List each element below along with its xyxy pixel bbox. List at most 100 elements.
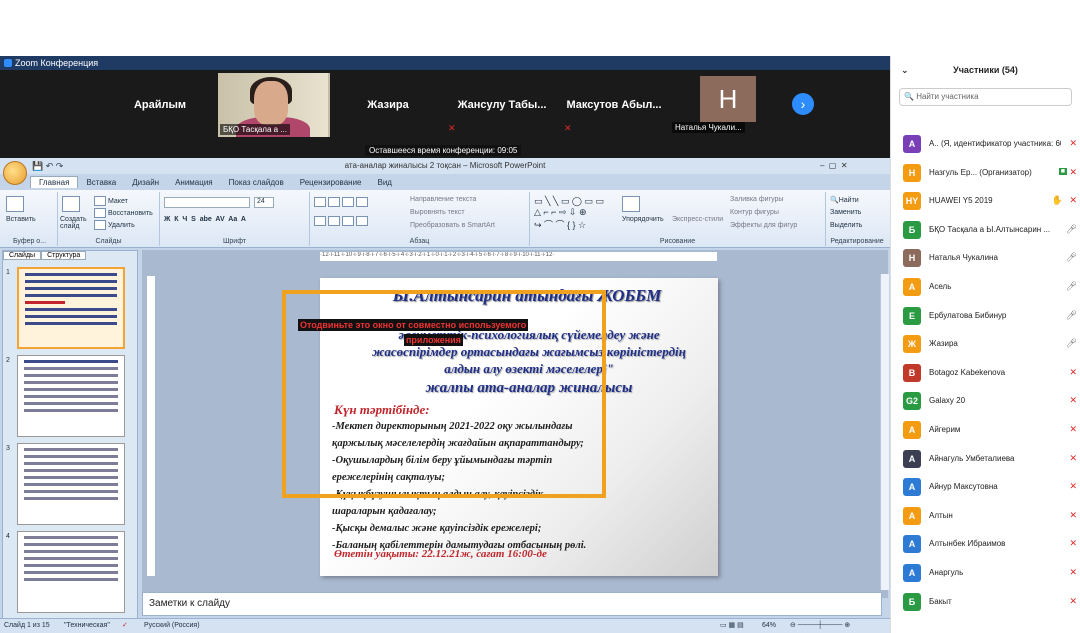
- participant-search-input[interactable]: 🔍 Найти участника: [899, 88, 1072, 106]
- participant-row[interactable]: Б Бакыт ✕: [891, 588, 1080, 617]
- mic-muted-icon[interactable]: ✕: [1069, 567, 1077, 578]
- group-editing: 🔍Найти Заменить Выделить Редактирование: [830, 196, 884, 245]
- smartart-button[interactable]: Преобразовать в SmartArt: [410, 222, 495, 229]
- group-font: 24 Ж К Ч S abe AV Aa A Шрифт: [160, 192, 310, 246]
- participant-row[interactable]: Н Наталья Чукалина 🎤︎: [891, 244, 1080, 273]
- participants-header: ⌄ Участники (54): [891, 56, 1080, 84]
- arrange-button[interactable]: [622, 196, 642, 212]
- quick-access-toolbar[interactable]: 💾 ↶ ↷: [32, 161, 63, 172]
- participant-row[interactable]: A A.. (Я, идентификатор участника: 604...…: [891, 130, 1080, 159]
- participant-row[interactable]: Б БҚО Тасқала а Ы.Алтынсарин ... 🎤︎: [891, 216, 1080, 245]
- video-tile-2[interactable]: БҚО Тасқала а ...: [218, 73, 330, 137]
- zoom-titlebar: Zoom Конференция: [0, 56, 890, 70]
- shapes-gallery[interactable]: ▭ ╲ ╲ ▭ ◯ ▭ ▭ △ ⌐ ⌐ ⇨ ⇩ ⊕ ↪ ⌒ ⌒ { } ☆: [534, 196, 604, 231]
- slide-thumbnail-3[interactable]: [17, 443, 125, 525]
- mic-on-icon[interactable]: 🎤︎: [1066, 310, 1077, 321]
- quick-styles-button[interactable]: Экспресс-стили: [672, 216, 723, 223]
- list-buttons[interactable]: [314, 197, 370, 207]
- slide-thumbnail-2[interactable]: [17, 355, 125, 437]
- replace-button[interactable]: Заменить: [830, 209, 861, 216]
- participant-name: Айнагуль Умбеталиева: [929, 453, 1015, 463]
- mic-muted-icon[interactable]: ✕: [1069, 424, 1077, 435]
- participant-name: Galaxy 20: [929, 396, 966, 406]
- paste-button[interactable]: [6, 196, 26, 212]
- office-button[interactable]: [3, 161, 27, 185]
- video-tile-5[interactable]: Максутов Абыл...: [562, 73, 666, 137]
- video-tile-3[interactable]: Жазира ✕: [338, 73, 455, 137]
- text-direction-button[interactable]: Направление текста: [410, 196, 476, 203]
- participant-row[interactable]: G2 Galaxy 20 ✕: [891, 387, 1080, 416]
- tab-view[interactable]: Вид: [370, 177, 400, 188]
- font-size-box[interactable]: 24: [254, 197, 274, 208]
- remaining-time-tooltip: Оставшееся время конференции: 09:05: [365, 145, 522, 156]
- participants-title: Участники (54): [953, 65, 1018, 75]
- participant-row[interactable]: HY HUAWEI Y5 2019 ✋ ✕: [891, 187, 1080, 216]
- mic-muted-icon[interactable]: ✕: [1069, 395, 1077, 406]
- mic-on-icon[interactable]: 🎤︎: [1066, 338, 1077, 349]
- shape-fill-button[interactable]: Заливка фигуры: [730, 196, 783, 203]
- next-page-button[interactable]: ›: [792, 93, 814, 115]
- video-tile-1[interactable]: Арайлым: [110, 73, 210, 137]
- shape-outline-button[interactable]: Контур фигуры: [730, 209, 779, 216]
- participant-row[interactable]: А Алтын ✕: [891, 502, 1080, 531]
- font-format-buttons[interactable]: Ж К Ч S abe AV Aa A: [164, 216, 246, 223]
- delete-slide-button[interactable]: Удалить: [94, 220, 135, 230]
- participant-name: БҚО Тасқала а Ы.Алтынсарин ...: [929, 224, 1051, 234]
- tab-animation[interactable]: Анимация: [167, 177, 221, 188]
- mic-on-icon[interactable]: 🎤︎: [1066, 252, 1077, 263]
- participant-name: HUAWEI Y5 2019: [929, 196, 993, 206]
- participant-name: Жазира: [929, 339, 958, 349]
- tab-design[interactable]: Дизайн: [124, 177, 167, 188]
- tab-slides[interactable]: Слайды: [3, 251, 42, 260]
- participant-row[interactable]: А Асель 🎤︎: [891, 273, 1080, 302]
- participant-row[interactable]: А Айнур Максутовна ✕: [891, 473, 1080, 502]
- chevron-down-icon[interactable]: ⌄: [901, 56, 909, 84]
- mic-muted-icon[interactable]: ✕: [1069, 510, 1077, 521]
- top-blank-area: [0, 0, 1080, 56]
- video-tile-4[interactable]: Жансулу Табы... ✕: [452, 73, 572, 137]
- new-slide-button[interactable]: [62, 196, 82, 212]
- slide-notes[interactable]: Заметки к слайду: [142, 592, 882, 616]
- slide-thumbnail-1[interactable]: [17, 267, 125, 349]
- participant-row[interactable]: А Алтынбек Ибраимов ✕: [891, 530, 1080, 559]
- mic-muted-icon[interactable]: ✕: [1069, 453, 1077, 464]
- align-text-button[interactable]: Выровнять текст: [410, 209, 465, 216]
- view-buttons[interactable]: ▭ ▦ ▤: [720, 619, 744, 633]
- participant-row[interactable]: Е Ербулатова Бибинур 🎤︎: [891, 302, 1080, 331]
- participant-avatar: А: [903, 506, 921, 525]
- participant-row[interactable]: Ж Жазира 🎤︎: [891, 330, 1080, 359]
- shape-effects-button[interactable]: Эффекты для фигур: [730, 222, 797, 229]
- spellcheck-icon[interactable]: ✓: [122, 619, 128, 633]
- participant-avatar: Б: [903, 220, 921, 239]
- participant-row[interactable]: B Botagoz Kabekenova ✕: [891, 359, 1080, 388]
- tab-insert[interactable]: Вставка: [78, 177, 124, 188]
- slide-thumbnail-4[interactable]: [17, 531, 125, 613]
- participant-row[interactable]: А Айгерим ✕: [891, 416, 1080, 445]
- tab-home[interactable]: Главная: [30, 176, 79, 188]
- window-controls[interactable]: – ▢ ✕: [820, 161, 848, 170]
- tab-slideshow[interactable]: Показ слайдов: [221, 177, 292, 188]
- participant-row[interactable]: Н Назгуль Ер... (Организатор) ■ ✕: [891, 159, 1080, 188]
- align-buttons[interactable]: [314, 216, 370, 226]
- mic-muted-icon[interactable]: ✕: [1069, 538, 1077, 549]
- mic-muted-icon[interactable]: ✕: [1069, 195, 1077, 206]
- mic-muted-icon[interactable]: ✕: [1069, 367, 1077, 378]
- tab-outline[interactable]: Структура: [41, 251, 87, 260]
- vertical-scrollbar[interactable]: [880, 274, 889, 590]
- participant-row[interactable]: А Анаргуль ✕: [891, 559, 1080, 588]
- font-name-box[interactable]: [164, 197, 250, 208]
- mic-muted-icon[interactable]: ✕: [1069, 481, 1077, 492]
- select-button[interactable]: Выделить: [830, 222, 862, 229]
- participant-row[interactable]: А Айнагуль Умбеталиева ✕: [891, 445, 1080, 474]
- mic-muted-icon[interactable]: ✕: [1069, 138, 1077, 149]
- find-button[interactable]: 🔍Найти: [830, 196, 859, 204]
- mic-on-icon[interactable]: 🎤︎: [1066, 281, 1077, 292]
- layout-button[interactable]: Макет: [94, 196, 128, 206]
- reset-button[interactable]: Восстановить: [94, 208, 153, 218]
- mic-muted-icon[interactable]: ✕: [1069, 167, 1077, 178]
- mic-on-icon[interactable]: 🎤︎: [1066, 224, 1077, 235]
- zoom-slider[interactable]: ⊖ ────┼──── ⊕: [790, 619, 850, 633]
- vertical-ruler: [147, 276, 155, 576]
- tab-review[interactable]: Рецензирование: [292, 177, 370, 188]
- mic-muted-icon[interactable]: ✕: [1069, 596, 1077, 607]
